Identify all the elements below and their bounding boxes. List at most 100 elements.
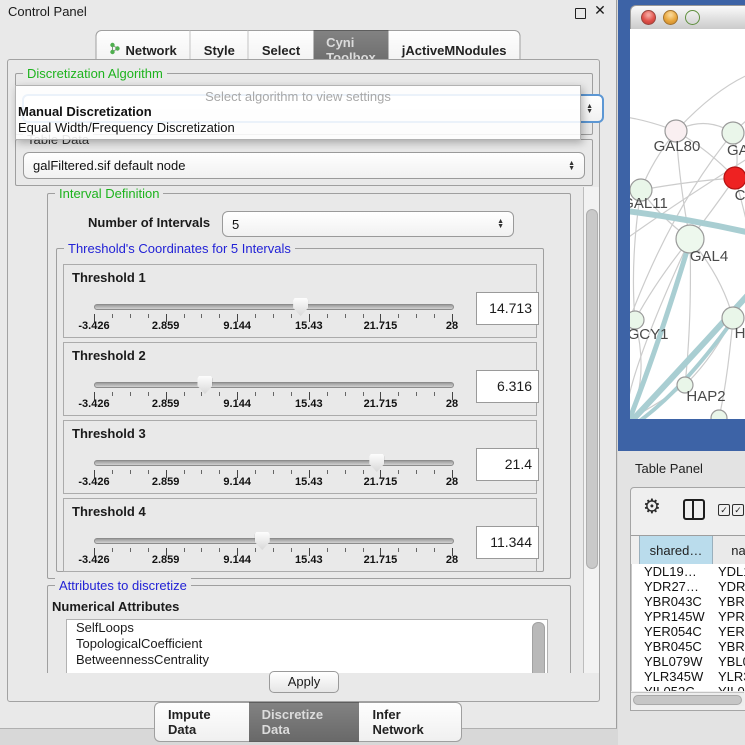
network-canvas[interactable]: GAL80GALCGAL11GAL4GCY1HHAP2 <box>630 29 745 419</box>
table-data-group: Table Data galFiltered.sif default node … <box>15 139 593 186</box>
cyni-toolbox-panel: Discretization Algorithm ▲▼ Select algor… <box>7 59 600 702</box>
network-window-titlebar <box>630 5 745 29</box>
slider-track[interactable] <box>94 460 454 466</box>
table-row[interactable]: YLR345WYLR345W <box>632 669 745 684</box>
slider-track[interactable] <box>94 382 454 388</box>
table-row[interactable]: YBR045CYBR045C <box>632 639 745 654</box>
threshold-value-field[interactable]: 21.4 <box>476 448 539 481</box>
threshold-label: Threshold 4 <box>72 504 146 519</box>
table-rows[interactable]: YDL19…YDL19YDR27…YDR27YBR043CYBR043CYPR1… <box>631 564 745 691</box>
slider-ticks <box>94 392 452 402</box>
tab-impute-data[interactable]: Impute Data <box>154 702 249 742</box>
scale-label: 9.144 <box>223 320 251 332</box>
scale-label: 2.859 <box>152 398 180 410</box>
slider-track[interactable] <box>94 304 454 310</box>
threshold-value-field[interactable]: 14.713 <box>476 292 539 325</box>
scale-label: 28 <box>446 398 458 410</box>
table-row[interactable]: YBR043CYBR043C <box>632 594 745 609</box>
slider-ticks <box>94 470 452 480</box>
number-of-intervals-combobox[interactable]: 5 ▲▼ <box>222 211 514 237</box>
tab-discretize-data[interactable]: Discretize Data <box>249 702 360 742</box>
zoom-traffic-light[interactable] <box>685 10 700 25</box>
interval-definition-group: Interval Definition Number of Intervals … <box>47 193 571 579</box>
list-item[interactable]: SelfLoops <box>67 620 547 636</box>
close-traffic-light[interactable] <box>641 10 656 25</box>
numerical-attributes-label: Numerical Attributes <box>52 599 179 614</box>
list-item[interactable]: BetweennessCentrality <box>67 652 547 668</box>
group-title: Discretization Algorithm <box>23 66 167 81</box>
list-item[interactable]: TopologicalCoefficient <box>67 636 547 652</box>
scrollbar-thumb[interactable] <box>586 209 598 569</box>
scale-label: 9.144 <box>223 398 251 410</box>
window-title: Control Panel <box>8 4 87 19</box>
minimize-traffic-light[interactable] <box>663 10 678 25</box>
scale-label: 21.715 <box>364 476 398 488</box>
settings-scrollbar[interactable] <box>583 187 599 673</box>
threshold-value-field[interactable]: 6.316 <box>476 370 539 403</box>
thresholds-group: Threshold's Coordinates for 5 Intervals … <box>56 248 544 572</box>
tab-label: Select <box>262 43 300 58</box>
tab-label: Impute Data <box>168 707 236 737</box>
slider-track[interactable] <box>94 538 454 544</box>
table-row[interactable]: YBL079WYBL079W <box>632 654 745 669</box>
list-scrollbar[interactable] <box>532 622 545 673</box>
network-node-label: GAL4 <box>690 248 728 265</box>
network-node <box>724 167 745 189</box>
table-hscrollbar[interactable] <box>631 692 744 706</box>
network-node-label: H <box>735 325 745 342</box>
threshold-row: Threshold 2 -3.426 2.859 9.144 15.43 21.715 28… <box>63 342 537 416</box>
tab-label: Style <box>204 43 235 58</box>
close-icon[interactable]: ✕ <box>594 4 606 16</box>
gear-icon[interactable]: ⚙ <box>643 493 661 521</box>
dropdown-option-manual-discretization[interactable]: Manual Discretization <box>16 104 580 120</box>
table-row[interactable]: YPR145WYPR145W <box>632 609 745 624</box>
screen: Control Panel ✕ Network Style Select Cyn… <box>0 0 745 745</box>
network-tab-icon <box>109 42 120 58</box>
scale-label: 15.43 <box>295 476 323 488</box>
scale-label: 2.859 <box>152 554 180 566</box>
table-row[interactable]: YIL052CYIL052C <box>632 684 745 691</box>
control-panel-window: Control Panel ✕ Network Style Select Cyn… <box>0 0 617 729</box>
group-title: Attributes to discretize <box>55 578 191 593</box>
checkbox-icon[interactable]: ✓ <box>718 504 730 516</box>
network-node-label: GAL11 <box>630 195 668 212</box>
scale-label: -3.426 <box>78 398 109 410</box>
table-data-combobox[interactable]: galFiltered.sif default node ▲▼ <box>23 152 585 179</box>
hscrollbar-thumb[interactable] <box>633 695 742 705</box>
table-row[interactable]: YDR27…YDR27 <box>632 579 745 594</box>
number-of-intervals-label: Number of Intervals <box>88 215 210 230</box>
column-header-shared-name[interactable]: shared… <box>639 536 713 564</box>
threshold-value-field[interactable]: 11.344 <box>476 526 539 559</box>
threshold-label: Threshold 2 <box>72 348 146 363</box>
number-of-intervals-value: 5 <box>232 217 239 232</box>
table-header-row: shared… name <box>631 535 745 565</box>
checkbox-icon[interactable]: ✓ <box>732 504 744 516</box>
tab-label: Network <box>125 43 176 58</box>
dropdown-option-equal-width-frequency[interactable]: Equal Width/Frequency Discretization <box>16 120 580 136</box>
network-node <box>711 410 727 419</box>
threshold-label: Threshold 1 <box>72 270 146 285</box>
tab-infer-network[interactable]: Infer Network <box>359 702 462 742</box>
slider-ticks <box>94 314 452 324</box>
table-row[interactable]: YER054CYER054C <box>632 624 745 639</box>
scale-label: 2.859 <box>152 320 180 332</box>
table-row[interactable]: YDL19…YDL19 <box>632 564 745 579</box>
float-window-icon[interactable] <box>575 8 586 19</box>
table-panel-title: Table Panel <box>635 461 703 476</box>
numerical-attributes-list[interactable]: SelfLoopsTopologicalCoefficientBetweenne… <box>66 619 548 673</box>
threshold-label: Threshold 3 <box>72 426 146 441</box>
slider-ticks <box>94 548 452 558</box>
scale-label: 15.43 <box>295 398 323 410</box>
network-node-label: GAL <box>727 142 745 159</box>
scale-label: 9.144 <box>223 554 251 566</box>
column-header-name[interactable]: name <box>713 536 745 564</box>
scale-label: 28 <box>446 554 458 566</box>
tab-label: Discretize Data <box>262 707 347 737</box>
stepper-icon: ▲▼ <box>568 161 575 171</box>
scale-label: 21.715 <box>364 398 398 410</box>
columns-icon[interactable] <box>683 499 705 520</box>
scale-label: -3.426 <box>78 476 109 488</box>
apply-button[interactable]: Apply <box>269 671 339 693</box>
group-title: Threshold's Coordinates for 5 Intervals <box>64 241 295 256</box>
scale-label: 21.715 <box>364 320 398 332</box>
